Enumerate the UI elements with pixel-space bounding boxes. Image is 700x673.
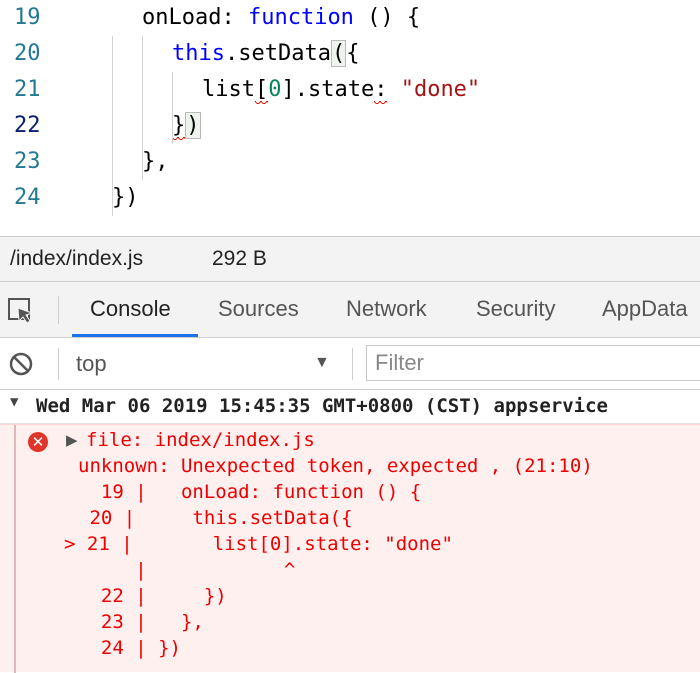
code-text: }): [112, 185, 139, 210]
error-file-link[interactable]: file: index/index.js: [86, 429, 315, 451]
code-text: }): [172, 112, 201, 139]
error-code-frame-line: 23 | },: [78, 611, 204, 633]
tab-sources[interactable]: Sources: [218, 296, 299, 322]
inspect-element-icon[interactable]: [6, 296, 36, 326]
tab-appdata[interactable]: AppData: [602, 296, 688, 322]
error-code-frame-line: > 21 | list[0].state: "done": [64, 533, 453, 555]
error-code-frame-line: 20 | this.setData({: [78, 507, 353, 529]
code-token: .setData: [224, 41, 331, 66]
line-number: 22: [14, 113, 41, 138]
code-token: "done": [400, 77, 481, 102]
code-line[interactable]: 21 list[0].state: "done": [0, 77, 700, 113]
tab-console[interactable]: Console: [90, 296, 171, 322]
indent-guide: [142, 36, 143, 180]
active-tab-indicator: [72, 334, 198, 337]
context-dropdown-icon[interactable]: ▼: [314, 354, 330, 372]
code-token: ].state: [281, 77, 375, 102]
line-number: 21: [14, 77, 41, 102]
code-token: (: [330, 40, 347, 67]
code-token: () {: [353, 5, 421, 30]
code-token: ): [185, 112, 201, 139]
group-indent-line: [14, 425, 16, 673]
line-number: 23: [14, 149, 41, 174]
code-token: list: [202, 77, 255, 102]
line-number: 19: [14, 5, 41, 30]
line-number: 20: [14, 41, 41, 66]
tab-security[interactable]: Security: [476, 296, 555, 322]
error-summary: unknown: Unexpected token, expected , (2…: [78, 455, 593, 477]
error-code-frame-line: | ^: [78, 559, 296, 581]
error-code-frame-line: 19 | onLoad: function () {: [78, 481, 422, 503]
code-line[interactable]: 24}): [0, 185, 700, 221]
code-editor[interactable]: 19 onLoad: function () {20 this.setData({2…: [0, 0, 700, 236]
code-token: onLoad:: [142, 5, 248, 30]
toolbar-separator: [352, 348, 353, 380]
code-token: 0: [268, 77, 282, 102]
code-line[interactable]: 22}): [0, 112, 700, 149]
error-code-frame-line: 24 | }): [78, 637, 181, 659]
line-number: 24: [14, 185, 41, 210]
error-icon: ✕: [28, 432, 48, 452]
code-text: this.setData({: [172, 40, 360, 67]
code-token: }): [112, 185, 139, 210]
file-path: /index/index.js: [10, 247, 144, 270]
expand-triangle-icon[interactable]: ▶: [66, 431, 78, 449]
log-group-header[interactable]: ▼ Wed Mar 06 2019 15:45:35 GMT+0800 (CST…: [0, 390, 700, 424]
code-token: function: [247, 5, 354, 30]
code-text: list[0].state: "done": [202, 77, 480, 102]
tab-network[interactable]: Network: [346, 296, 427, 322]
error-code-frame-line: 22 | }): [78, 585, 227, 607]
file-size: 292 B: [212, 247, 267, 270]
error-squiggle-token: }: [172, 113, 186, 138]
code-text: },: [142, 149, 169, 174]
code-text: onLoad: function () {: [142, 5, 420, 30]
code-token: this: [172, 41, 225, 66]
context-selector[interactable]: top: [76, 351, 107, 377]
indent-guide: [172, 72, 173, 144]
error-message: ✕ ▶ file: index/index.js unknown: Unexpec…: [0, 424, 700, 673]
clear-console-icon[interactable]: [8, 351, 34, 377]
log-group-title: Wed Mar 06 2019 15:45:35 GMT+0800 (CST) …: [36, 395, 608, 417]
code-token: {: [346, 41, 360, 66]
error-squiggle-token: :: [374, 77, 388, 102]
code-line[interactable]: 20 this.setData({: [0, 40, 700, 77]
code-token: },: [142, 149, 169, 174]
devtools-tab-bar: Console Sources Network Security AppData: [0, 282, 700, 338]
indent-guide: [112, 36, 113, 216]
code-line[interactable]: 19 onLoad: function () {: [0, 5, 700, 41]
toolbar-separator: [58, 348, 59, 380]
console-toolbar: top ▼: [0, 338, 700, 390]
tab-separator: [58, 296, 59, 324]
collapse-triangle-icon[interactable]: ▼: [10, 394, 18, 410]
error-squiggle-token: [: [254, 77, 269, 102]
code-line[interactable]: 23},: [0, 149, 700, 185]
filter-input[interactable]: [366, 345, 700, 381]
file-status-bar: /index/index.js 292 B: [0, 236, 700, 282]
